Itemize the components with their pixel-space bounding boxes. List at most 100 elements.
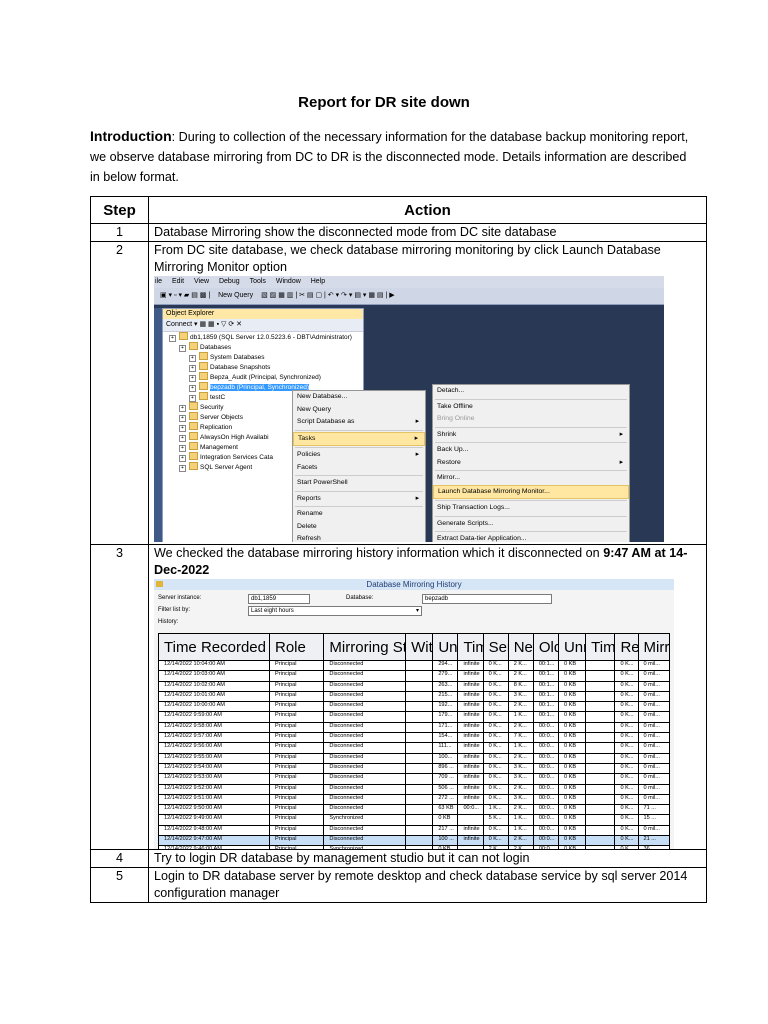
menu-item[interactable]: New Query: [293, 404, 425, 417]
history-column-header[interactable]: Role: [268, 633, 325, 661]
menu-item[interactable]: Back Up...: [433, 444, 629, 457]
history-cell: [585, 804, 616, 816]
history-cell: Synchronized: [323, 814, 407, 826]
history-cell: 171...: [432, 721, 459, 734]
menu-item[interactable]: Refresh: [293, 533, 425, 542]
menu-item[interactable]: Shrink ▸: [433, 429, 629, 442]
history-row[interactable]: 12/14/2022 10:02:00 AM Principal Disconnec…: [158, 680, 670, 692]
history-column-header[interactable]: New ...: [507, 633, 534, 661]
expand-icon[interactable]: +: [179, 445, 186, 452]
history-column-header[interactable]: Witn...: [405, 633, 434, 661]
history-row[interactable]: 12/14/2022 9:55:00 AM Principal Disconnect…: [158, 752, 670, 764]
menu-item[interactable]: Extract Data-tier Application...: [433, 533, 629, 542]
history-column-header[interactable]: Time...: [457, 633, 484, 661]
tree-node[interactable]: + System Databases: [163, 352, 363, 362]
history-row[interactable]: 12/14/2022 9:51:00 AM Principal Disconnect…: [158, 793, 670, 806]
menu-item-label: Script Database as: [297, 418, 355, 425]
menu-item[interactable]: Script Database as ▸: [293, 416, 425, 429]
history-row[interactable]: 12/14/2022 9:48:00 AM Principal Disconnect…: [158, 824, 670, 837]
history-row[interactable]: 12/14/2022 10:04:00 AM Principal Disconnec…: [158, 659, 670, 672]
history-cell: 0 K...: [482, 824, 509, 837]
expand-icon[interactable]: +: [189, 355, 196, 362]
history-column-header[interactable]: Rest...: [614, 633, 639, 661]
history-row[interactable]: 12/14/2022 9:53:00 AM Principal Disconnect…: [158, 773, 670, 785]
history-row[interactable]: 12/14/2022 9:59:00 AM Principal Disconnect…: [158, 711, 670, 723]
history-cell: 0 K...: [482, 752, 509, 764]
menu-item[interactable]: Delete: [293, 521, 425, 534]
history-column-header[interactable]: Olde...: [532, 633, 559, 661]
menu-item[interactable]: Facets: [293, 462, 425, 475]
menu-item[interactable]: New Database...: [293, 391, 425, 404]
history-row[interactable]: 12/14/2022 9:56:00 AM Principal Disconnect…: [158, 742, 670, 754]
menu-item[interactable]: Detach...: [433, 385, 629, 398]
tree-node[interactable]: + Bepza_Audit (Principal, Synchronized): [163, 372, 363, 382]
history-row[interactable]: 12/14/2022 10:01:00 AM Principal Disconnec…: [158, 690, 670, 703]
history-column-header[interactable]: Mirroring State: [323, 633, 407, 661]
menu-item[interactable]: Launch Database Mirroring Monitor...: [433, 484, 629, 499]
history-row[interactable]: 12/14/2022 9:49:00 AM Principal Synchroniz…: [158, 814, 670, 826]
history-cell: Principal: [268, 670, 325, 682]
tree-node[interactable]: + Databases: [163, 342, 363, 352]
menu-item[interactable]: Take Offline: [433, 401, 629, 414]
history-column-header[interactable]: Unse...: [432, 633, 459, 661]
history-column-header[interactable]: Unre...: [557, 633, 587, 661]
menu-item[interactable]: Bring Online: [433, 413, 629, 426]
tree-node[interactable]: + Database Snapshots: [163, 362, 363, 372]
menu-item[interactable]: Rename: [293, 508, 425, 521]
expand-icon[interactable]: +: [189, 385, 196, 392]
history-row[interactable]: 12/14/2022 9:52:00 AM Principal Disconnect…: [158, 783, 670, 795]
history-row[interactable]: 12/14/2022 9:46:00 AMPrincipalSynchroniz…: [158, 845, 670, 849]
expand-icon[interactable]: +: [179, 345, 186, 352]
menu-item[interactable]: Policies ▸: [293, 449, 425, 462]
menu-item[interactable]: Mirror...: [433, 472, 629, 485]
history-column-header[interactable]: Time...: [585, 633, 616, 661]
history-cell: [585, 824, 616, 837]
expand-icon[interactable]: +: [179, 465, 186, 472]
tree-node[interactable]: + db1,1859 (SQL Server 12.0.5223.6 - DBT\…: [163, 332, 363, 342]
expand-icon[interactable]: +: [179, 435, 186, 442]
history-row[interactable]: 12/14/2022 9:54:00 AM Principal Disconnect…: [158, 762, 670, 775]
history-cell: Principal: [268, 814, 325, 826]
history-row[interactable]: 12/14/2022 10:03:00 AM Principal Disconnec…: [158, 670, 670, 682]
tree-node-label: AlwaysOn High Availabi: [200, 434, 269, 441]
step-number: 2: [90, 241, 149, 545]
expand-icon[interactable]: +: [179, 405, 186, 412]
history-cell: 12/14/2022 9:50:00 AM: [158, 804, 270, 816]
history-cell: 0 mil...: [637, 773, 670, 785]
history-row[interactable]: 12/14/2022 9:58:00 AM Principal Disconnect…: [158, 721, 670, 734]
history-row[interactable]: 12/14/2022 9:50:00 AM Principal Disconnect…: [158, 804, 670, 816]
expand-icon[interactable]: +: [179, 415, 186, 422]
history-column-header[interactable]: Send...: [482, 633, 509, 661]
expand-icon[interactable]: +: [169, 335, 176, 342]
folder-icon: [189, 432, 198, 440]
history-header-row: Time RecordedRoleMirroring StateWitn...U…: [158, 633, 670, 661]
menu-item[interactable]: Restore ▸: [433, 457, 629, 470]
history-row[interactable]: 12/14/2022 10:00:00 AM Principal Disconnec…: [158, 701, 670, 713]
menu-item[interactable]: Ship Transaction Logs...: [433, 502, 629, 515]
history-column-header[interactable]: Mirror...: [637, 633, 670, 661]
history-cell: [585, 721, 616, 734]
history-row[interactable]: 12/14/2022 9:47:00 AM Principal Disconnect…: [158, 835, 670, 847]
history-column-header[interactable]: Time Recorded: [158, 633, 270, 661]
expand-icon[interactable]: +: [189, 365, 196, 372]
expand-icon[interactable]: +: [179, 425, 186, 432]
menu-item[interactable]: Reports ▸: [293, 493, 425, 506]
expand-icon[interactable]: +: [179, 455, 186, 462]
history-cell: 0 mil...: [637, 670, 670, 682]
expand-icon[interactable]: +: [189, 375, 196, 382]
history-cell: 0 K...: [614, 845, 639, 849]
menu-item[interactable]: Generate Scripts...: [433, 518, 629, 531]
history-cell: infinite: [457, 773, 484, 785]
menu-item-label: Take Offline: [437, 402, 473, 410]
submenu-arrow-icon: ▸: [415, 418, 419, 425]
expand-icon[interactable]: +: [189, 395, 196, 402]
history-cell: 896 ...: [432, 762, 459, 775]
menu-item[interactable]: Tasks ▸: [293, 431, 425, 446]
database-context-menu: New Database... New Query Script Database …: [292, 390, 426, 542]
history-row[interactable]: 12/14/2022 9:57:00 AM Principal Disconnect…: [158, 732, 670, 744]
history-cell: Principal: [268, 835, 325, 847]
action-text: We checked the database mirroring histor…: [154, 545, 701, 579]
history-cell: 12/14/2022 10:04:00 AM: [158, 659, 270, 672]
menu-item[interactable]: Start PowerShell: [293, 477, 425, 490]
menu-item-label: Launch Database Mirroring Monitor...: [438, 487, 550, 495]
